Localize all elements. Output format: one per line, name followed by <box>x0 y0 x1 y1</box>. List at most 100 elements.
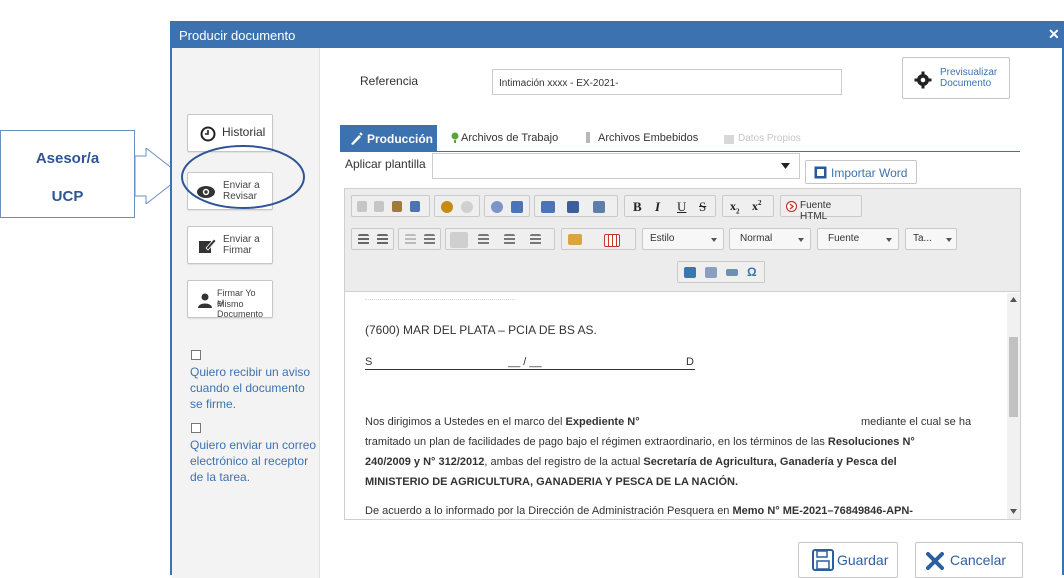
align-justify-icon[interactable] <box>530 234 541 245</box>
previsualizar-line2: Documento <box>940 78 992 89</box>
enviar-firmar-line2: Firmar <box>223 245 252 256</box>
form-icon[interactable] <box>541 201 555 213</box>
cut-icon[interactable] <box>357 201 367 212</box>
scroll-thumb[interactable] <box>1009 337 1018 417</box>
previsualizar-button[interactable]: Previsualizar Documento <box>902 57 1010 99</box>
p1-l2-text: tramitado un plan de facilidades de pago… <box>365 436 828 448</box>
tab-datos-propios-label: Datos Propios <box>738 133 801 144</box>
redo-icon[interactable] <box>461 201 473 213</box>
find-group <box>484 195 530 217</box>
aviso-label: Quiero recibir un aviso cuando el docume… <box>190 365 311 411</box>
tab-datos-propios: Datos Propios <box>720 125 820 151</box>
italic-button[interactable]: I <box>655 199 660 215</box>
close-icon[interactable]: ✕ <box>1048 26 1060 43</box>
save-icon <box>812 549 834 571</box>
chevron-down-icon <box>798 238 804 242</box>
referencia-input[interactable]: Intimación xxxx - EX-2021- <box>492 69 842 95</box>
bullet-list-icon[interactable] <box>377 234 388 245</box>
horizontal-rule-icon[interactable] <box>726 269 738 276</box>
superscript-button[interactable]: x2 <box>752 199 762 214</box>
gear-icon <box>914 71 932 89</box>
p1-text-a: Nos dirigimos a Ustedes en el marco del <box>365 416 566 428</box>
firmar-yo-mismo-button[interactable]: Firmar Yo Mismo el Documento <box>187 280 273 319</box>
chevron-down-icon <box>946 238 952 242</box>
outdent-icon[interactable] <box>405 234 416 245</box>
formato-label: Normal <box>740 233 773 244</box>
text-color-icon[interactable] <box>568 234 582 245</box>
page-break-icon[interactable] <box>705 267 717 278</box>
align-center-icon[interactable] <box>478 234 489 245</box>
editor-toolbar: B I U S x2 x2 Fuente HTML Estilo Normal … <box>345 189 1020 292</box>
importar-word-button[interactable]: Importar Word <box>805 160 917 184</box>
x-icon <box>926 552 944 570</box>
fuente-html-button[interactable]: Fuente HTML <box>780 195 862 222</box>
pen-icon <box>199 238 217 253</box>
table-icon[interactable] <box>604 234 620 247</box>
formato-select[interactable]: Normal <box>729 228 811 250</box>
image-icon[interactable] <box>684 267 696 278</box>
correo-label: Quiero enviar un correo electrónico al r… <box>190 438 317 484</box>
firmar-mismo-line2: el Documento <box>217 298 264 319</box>
view-group <box>534 195 618 217</box>
callout-box: Asesor/a UCP <box>0 130 135 218</box>
fullscreen-icon[interactable] <box>593 201 605 213</box>
align-right-icon[interactable] <box>504 234 515 245</box>
replace-icon[interactable] <box>511 201 523 213</box>
previsualizar-line1: Previsualizar <box>940 67 998 78</box>
p1-l3-bold-c: Secretaría de Agricultura, Ganadería y P… <box>643 456 897 468</box>
paste-icon[interactable] <box>392 201 402 212</box>
aviso-checkbox[interactable] <box>191 350 201 360</box>
guardar-button[interactable]: Guardar <box>798 542 898 578</box>
highlight-oval <box>181 145 305 209</box>
cancelar-label: Cancelar <box>950 552 1007 568</box>
find-icon[interactable] <box>491 201 503 213</box>
callout-line-2: UCP <box>51 188 84 205</box>
user-icon <box>198 293 212 308</box>
estilo-label: Estilo <box>650 233 675 244</box>
plantilla-select[interactable] <box>432 153 800 179</box>
tamano-label: Ta... <box>913 233 932 244</box>
faded-header-line <box>365 299 515 300</box>
cancelar-button[interactable]: Cancelar <box>915 542 1023 578</box>
enviar-firmar-line1: Enviar a <box>223 234 260 245</box>
copy-icon[interactable] <box>374 201 384 212</box>
scroll-up-icon[interactable] <box>1010 297 1017 302</box>
correo-checkbox[interactable] <box>191 423 201 433</box>
tab-archivos-trabajo[interactable]: Archivos de Trabajo <box>446 125 571 151</box>
fuente-select[interactable]: Fuente <box>817 228 899 250</box>
clock-icon <box>200 126 216 142</box>
bold-button[interactable]: B <box>633 199 642 215</box>
tamano-select[interactable]: Ta... <box>905 228 957 250</box>
tab-produccion[interactable]: Producción <box>340 125 437 151</box>
plantilla-label: Aplicar plantilla <box>345 157 426 171</box>
paragraph-1-line-3: 240/2009 y N° 312/2012, ambas del regist… <box>365 452 1005 473</box>
strike-button[interactable]: S <box>699 199 706 215</box>
editor-scrollbar[interactable] <box>1007 293 1020 519</box>
enviar-firmar-button[interactable]: Enviar a Firmar <box>187 226 273 264</box>
chevron-down-icon <box>711 238 717 242</box>
referencia-label: Referencia <box>360 74 419 88</box>
underline-button[interactable]: U <box>677 199 686 215</box>
indent-group <box>398 228 441 250</box>
scroll-down-icon[interactable] <box>1010 509 1017 514</box>
sd-underline <box>365 369 695 370</box>
paragraph-2-line-1: De acuerdo a lo informado por la Direcci… <box>365 501 1005 519</box>
align-left-icon[interactable] <box>450 232 468 248</box>
numbered-list-icon[interactable] <box>358 234 369 245</box>
maximize-icon[interactable] <box>567 201 579 213</box>
subscript-button[interactable]: x2 <box>730 199 740 215</box>
address-line: (7600) MAR DEL PLATA – PCIA DE BS AS. <box>365 323 597 337</box>
undo-icon[interactable] <box>441 201 453 213</box>
sidebar: Historial Enviar a Revisar Enviar a Firm… <box>172 48 320 578</box>
tab-produccion-label: Producción <box>367 132 434 146</box>
paragraph-1-line-4: MINISTERIO DE AGRICULTURA, GANADERIA Y P… <box>365 472 738 493</box>
indent-icon[interactable] <box>424 234 435 245</box>
plantilla-dropdown-button[interactable] <box>772 154 799 178</box>
paste-word-icon[interactable] <box>410 201 420 212</box>
fuente-html-label: Fuente HTML <box>800 200 832 222</box>
special-char-button[interactable]: Ω <box>747 265 757 279</box>
estilo-select[interactable]: Estilo <box>642 228 724 250</box>
document-body[interactable]: (7600) MAR DEL PLATA – PCIA DE BS AS. S … <box>345 293 1008 519</box>
tab-archivos-embebidos[interactable]: Archivos Embebidos <box>580 125 710 151</box>
align-group <box>445 228 555 250</box>
